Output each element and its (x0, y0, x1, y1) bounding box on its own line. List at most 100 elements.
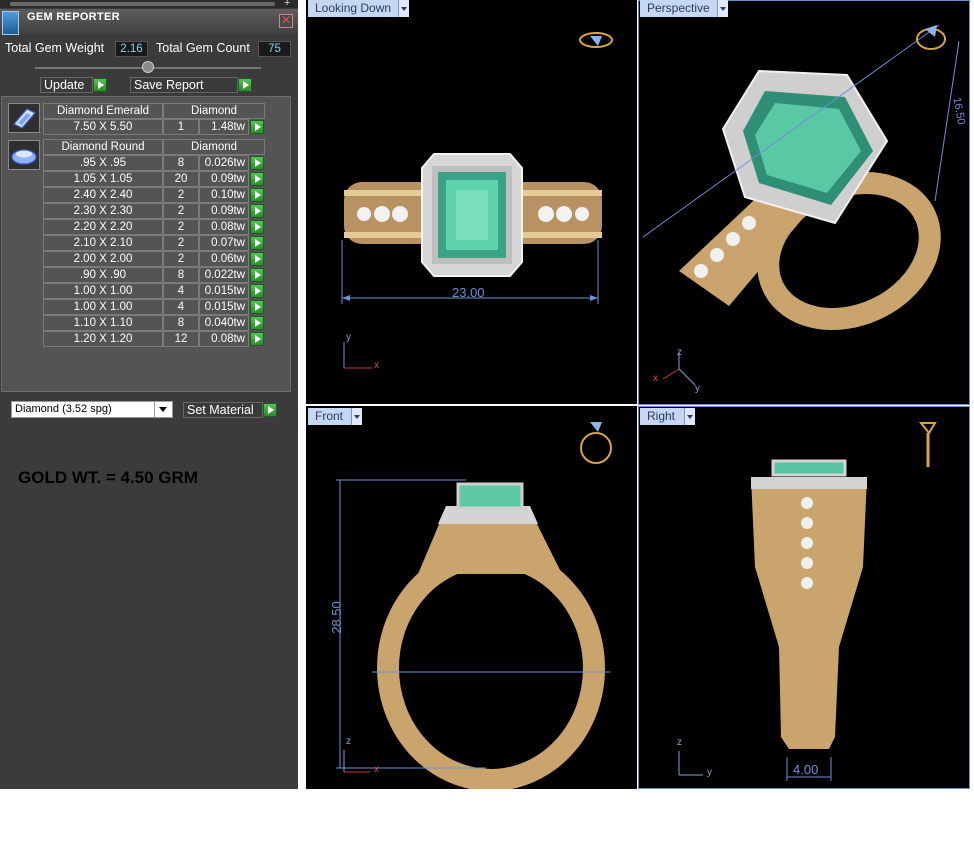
axis-y-label: y (346, 332, 351, 343)
group-material-round: Diamond (163, 139, 265, 155)
chevron-down-icon[interactable] (154, 402, 171, 417)
gem-row-go-button[interactable] (250, 252, 264, 266)
gem-row-weight[interactable]: 0.09tw (199, 203, 249, 219)
group-shape-emerald: Diamond Emerald (43, 103, 163, 119)
gem-row-count[interactable]: 2 (163, 203, 199, 219)
gem-row-count[interactable]: 2 (163, 187, 199, 203)
gem-row-count[interactable]: 2 (163, 251, 199, 267)
gem-row-size[interactable]: 1.10 X 1.10 (43, 315, 163, 331)
gem-row-size[interactable]: 2.30 X 2.30 (43, 203, 163, 219)
gem-row-size[interactable]: .90 X .90 (43, 267, 163, 283)
gem-row-count[interactable]: 8 (163, 315, 199, 331)
gem-row-size[interactable]: .95 X .95 (43, 155, 163, 171)
gem-row-weight[interactable]: 0.022tw (199, 267, 249, 283)
gem-row-weight[interactable]: 0.07tw (199, 235, 249, 251)
gem-row-count[interactable]: 4 (163, 299, 199, 315)
set-material-go-button[interactable] (263, 403, 277, 417)
tab-front[interactable]: Front (308, 408, 351, 425)
gold-weight-note: GOLD WT. = 4.50 GRM (18, 468, 198, 487)
viewport-front[interactable]: 28.50 z x (306, 406, 637, 791)
close-icon: ✕ (280, 13, 292, 27)
update-go-button[interactable] (93, 78, 107, 92)
gem-row-size[interactable]: 1.05 X 1.05 (43, 171, 163, 187)
gem-row-go-button[interactable] (250, 268, 264, 282)
gem-row-size[interactable]: 2.20 X 2.20 (43, 219, 163, 235)
gem-row-count[interactable]: 8 (163, 267, 199, 283)
gem-row-go-button[interactable] (250, 316, 264, 330)
gem-row-go-button[interactable] (250, 188, 264, 202)
panel-scroll-strip[interactable]: + (0, 0, 298, 9)
gem-row-go-button[interactable] (250, 172, 264, 186)
group-shape-round: Diamond Round (43, 139, 163, 155)
tab-right[interactable]: Right (640, 408, 684, 425)
chevron-down-icon[interactable] (717, 0, 728, 17)
material-select[interactable]: Diamond (3.52 spg) (11, 401, 173, 418)
gem-row-go-button[interactable] (250, 332, 264, 346)
axis-y-label: y (695, 383, 700, 394)
viewport-looking-down[interactable]: 23.00 y x (306, 0, 637, 404)
gem-row-size[interactable]: 2.40 X 2.40 (43, 187, 163, 203)
set-material-button[interactable]: Set Material (183, 402, 263, 418)
ring-front-view (336, 422, 612, 791)
update-button[interactable]: Update (40, 77, 93, 93)
gem-row-size[interactable]: 1.20 X 1.20 (43, 331, 163, 347)
gem-row-weight[interactable]: 0.015tw (199, 299, 249, 315)
ring-height-dimension-label: 28.50 (328, 601, 344, 634)
chevron-down-icon[interactable] (684, 408, 695, 425)
gem-row-go-button[interactable] (250, 300, 264, 314)
width-dimension-label: 23.00 (452, 285, 485, 300)
group-material-emerald: Diamond (163, 103, 265, 119)
close-button[interactable]: ✕ (279, 14, 293, 28)
gem-row-weight[interactable]: 0.06tw (199, 251, 249, 267)
gem-row-count[interactable]: 8 (163, 155, 199, 171)
round-cut-gem-icon[interactable] (8, 140, 40, 170)
gem-row-count[interactable]: 2 (163, 235, 199, 251)
gem-row-count[interactable]: 2 (163, 219, 199, 235)
chevron-down-icon[interactable] (351, 408, 362, 425)
gem-reporter-icon (2, 11, 19, 35)
gem-row-go-button[interactable] (250, 204, 264, 218)
gem-row-size[interactable]: 1.00 X 1.00 (43, 283, 163, 299)
gem-row-weight[interactable]: 0.026tw (199, 155, 249, 171)
tab-perspective[interactable]: Perspective (640, 0, 717, 17)
gem-row-count[interactable]: 1 (163, 119, 199, 135)
ring-top-view (341, 32, 613, 369)
axis-z-label: z (677, 347, 682, 358)
emerald-cut-gem-icon[interactable] (8, 103, 40, 133)
gem-row-weight[interactable]: 0.040tw (199, 315, 249, 331)
save-report-button[interactable]: Save Report (130, 77, 238, 93)
axis-z-label: z (346, 736, 351, 747)
axis-z-label: z (677, 737, 682, 748)
gem-row-weight[interactable]: 0.09tw (199, 171, 249, 187)
total-gem-count-value: 75 (258, 41, 291, 57)
axis-y-label: y (707, 767, 712, 778)
save-report-go-button[interactable] (238, 78, 252, 92)
gem-row-weight[interactable]: 0.08tw (199, 219, 249, 235)
ring-side-view (678, 422, 937, 781)
gem-row-go-button[interactable] (250, 284, 264, 298)
viewport-right[interactable]: 4.00 z y (638, 406, 970, 789)
gem-row-weight[interactable]: 0.10tw (199, 187, 249, 203)
tab-looking-down[interactable]: Looking Down (308, 0, 398, 17)
gem-row-count[interactable]: 20 (163, 171, 199, 187)
viewport-perspective[interactable]: 16.50 z x y (638, 0, 970, 405)
axis-x-label: x (374, 360, 379, 371)
gem-row-count[interactable]: 12 (163, 331, 199, 347)
gem-row-go-button[interactable] (250, 120, 264, 134)
chevron-down-icon[interactable] (398, 0, 409, 17)
gem-row-go-button[interactable] (250, 236, 264, 250)
gem-row-size[interactable]: 1.00 X 1.00 (43, 299, 163, 315)
plus-icon[interactable]: + (284, 0, 290, 9)
panel-slider-handle[interactable] (142, 61, 154, 73)
gem-row-weight[interactable]: 0.015tw (199, 283, 249, 299)
gem-row-weight[interactable]: 0.08tw (199, 331, 249, 347)
gem-row-go-button[interactable] (250, 156, 264, 170)
gem-row-size[interactable]: 2.00 X 2.00 (43, 251, 163, 267)
total-gem-count-label: Total Gem Count (156, 41, 250, 55)
gem-row-go-button[interactable] (250, 220, 264, 234)
gem-row-size[interactable]: 7.50 X 5.50 (43, 119, 163, 135)
axis-x-label: x (374, 764, 379, 775)
gem-row-weight[interactable]: 1.48tw (199, 119, 249, 135)
gem-row-size[interactable]: 2.10 X 2.10 (43, 235, 163, 251)
gem-row-count[interactable]: 4 (163, 283, 199, 299)
